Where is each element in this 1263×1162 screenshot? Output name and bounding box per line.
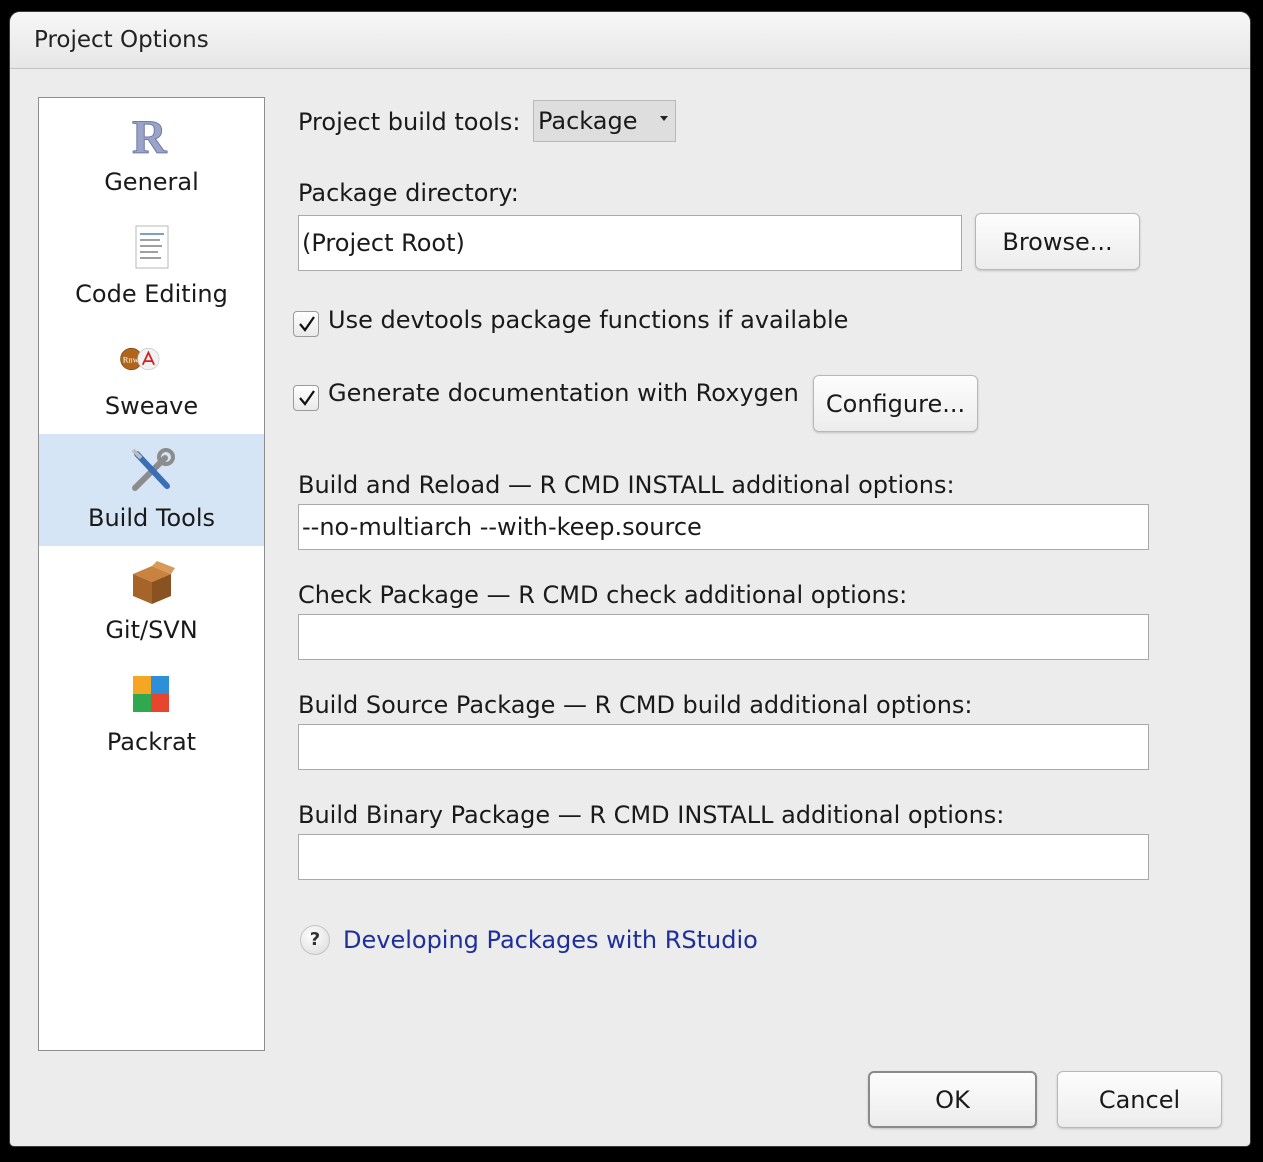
- build-binary-options-field[interactable]: [298, 834, 1149, 880]
- chevron-down-icon: [660, 116, 668, 121]
- options-sidebar: R General Code Editing Rnw Sweave Build …: [38, 97, 265, 1051]
- checkmark-icon: [299, 316, 315, 332]
- ok-button[interactable]: OK: [868, 1071, 1037, 1128]
- title-bar[interactable]: Project Options: [10, 12, 1250, 69]
- roxygen-label: Generate documentation with Roxygen: [328, 379, 799, 407]
- ok-button-label: OK: [935, 1085, 970, 1114]
- sweave-rnw-text: Rnw: [123, 355, 140, 365]
- check-package-options-field[interactable]: [298, 614, 1149, 660]
- sidebar-item-git-svn[interactable]: Git/SVN: [39, 546, 264, 658]
- use-devtools-label: Use devtools package functions if availa…: [328, 306, 849, 334]
- roxygen-checkbox[interactable]: [293, 385, 319, 411]
- build-source-options-field[interactable]: [298, 724, 1149, 770]
- package-directory-label: Package directory:: [298, 179, 519, 207]
- sidebar-item-label: Packrat: [106, 728, 197, 756]
- sidebar-item-label: Build Tools: [88, 504, 215, 532]
- cancel-button[interactable]: Cancel: [1057, 1071, 1222, 1128]
- window-title: Project Options: [34, 27, 209, 53]
- package-directory-field[interactable]: [298, 215, 962, 271]
- tools-icon: [131, 448, 175, 491]
- checkmark-icon: [299, 390, 315, 406]
- r-logo-icon: R: [132, 111, 169, 161]
- sidebar-item-code-editing[interactable]: Code Editing: [39, 210, 264, 322]
- configure-button-label: Configure...: [825, 389, 966, 418]
- build-binary-label: Build Binary Package — R CMD INSTALL add…: [298, 801, 1005, 829]
- sidebar-item-general[interactable]: R General: [39, 98, 264, 210]
- sidebar-item-sweave[interactable]: Rnw Sweave: [39, 322, 264, 434]
- project-build-tools-label: Project build tools:: [298, 108, 521, 136]
- check-package-label: Check Package — R CMD check additional o…: [298, 581, 908, 609]
- browse-button-label: Browse...: [1002, 227, 1113, 256]
- sidebar-item-build-tools[interactable]: Build Tools: [39, 434, 264, 546]
- box-icon: [133, 561, 175, 604]
- select-value: Package: [538, 107, 638, 135]
- configure-button[interactable]: Configure...: [813, 375, 978, 432]
- sidebar-item-label: General: [104, 168, 199, 196]
- sweave-icon: Rnw: [120, 347, 160, 371]
- document-icon: [135, 225, 169, 269]
- browse-button[interactable]: Browse...: [975, 213, 1140, 270]
- project-build-tools-select[interactable]: Package: [533, 100, 676, 142]
- sidebar-item-label: Git/SVN: [105, 616, 198, 644]
- developing-packages-link[interactable]: Developing Packages with RStudio: [343, 926, 758, 954]
- build-reload-options-field[interactable]: [298, 504, 1149, 550]
- packrat-icon: [133, 676, 169, 712]
- sidebar-item-label: Code Editing: [75, 280, 228, 308]
- build-reload-label: Build and Reload — R CMD INSTALL additio…: [298, 471, 955, 499]
- project-options-dialog: Project Options R General Code Editing R…: [10, 12, 1250, 1146]
- sidebar-item-packrat[interactable]: Packrat: [39, 658, 264, 770]
- r-logo-letter: R: [132, 111, 168, 160]
- help-icon: ?: [300, 925, 330, 955]
- sidebar-item-label: Sweave: [104, 392, 199, 420]
- use-devtools-checkbox[interactable]: [293, 311, 319, 337]
- cancel-button-label: Cancel: [1098, 1085, 1181, 1114]
- build-source-label: Build Source Package — R CMD build addit…: [298, 691, 973, 719]
